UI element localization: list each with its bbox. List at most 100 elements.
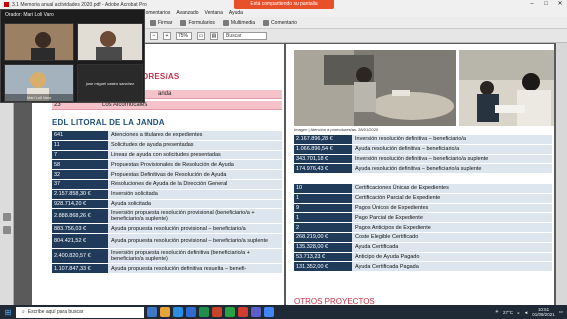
notifications-icon[interactable]: ▭ — [559, 309, 563, 315]
table-row: 804.421,52 € Ayuda propuesta resolución p… — [52, 234, 282, 250]
maximize-button[interactable]: □ — [539, 0, 553, 9]
comentario-label: Comentario — [271, 19, 297, 26]
video-tile-participant1-name[interactable]: jose miguel castro sanchez — [77, 64, 143, 102]
table-row: 1 Pago Parcial de Expediente — [294, 213, 552, 224]
word-icon[interactable] — [186, 307, 196, 317]
video-tile-participant1[interactable] — [77, 23, 143, 61]
row-value: 641 — [52, 131, 108, 140]
row-value: 1 — [294, 213, 352, 223]
table-row: 135.328,00 € Ayuda Certificada — [294, 242, 552, 253]
fit-width-button[interactable]: ▤ — [210, 31, 218, 40]
row-description: Certificación Parcial de Expediente — [352, 193, 552, 203]
pages-panel-icon[interactable] — [2, 213, 11, 221]
menu-ventana[interactable]: Ventana — [205, 10, 223, 16]
zoom-level-field[interactable]: 75% — [176, 31, 192, 40]
formularios-label: Formularios — [188, 19, 215, 26]
video-call-panel[interactable]: Orador: Mari Loli Varo Mari Loli Varo jo… — [0, 9, 145, 103]
row-value: 135.328,00 € — [294, 242, 352, 252]
row-value: 37 — [52, 179, 108, 189]
fit-page-button[interactable]: ▭ — [197, 31, 205, 40]
row-value: 343.701,18 € — [294, 154, 352, 164]
table-row: 1 Certificación Parcial de Expediente — [294, 193, 552, 204]
minimize-button[interactable]: – — [525, 0, 539, 9]
zoom-out-button[interactable]: − — [150, 31, 158, 40]
row-value: 11 — [52, 140, 108, 150]
row-value: 804.421,52 € — [52, 234, 108, 249]
row-value: 2.167.896,28 € — [294, 135, 352, 144]
row-value: 32 — [52, 170, 108, 179]
table-row: 2.400.820,57 € Inversión propuesta resolu… — [52, 249, 282, 265]
row-description: Pagos Únicos de Expedientes — [352, 203, 552, 213]
table-row: 2.888.868,26 € Inversión propuesta resolu… — [52, 209, 282, 225]
multimedia-button[interactable]: Multimedia — [222, 19, 256, 26]
row-value: 7 — [52, 150, 108, 160]
pink-row-label: anda — [158, 91, 172, 97]
weather-icon[interactable]: ☀ — [495, 309, 499, 315]
row-value: 131.352,00 € — [294, 262, 352, 272]
row-value: 1.107.847,33 € — [52, 264, 108, 273]
zoom-in-button[interactable]: + — [163, 31, 171, 40]
row-value: 2 — [294, 223, 352, 232]
powerpoint-icon[interactable] — [212, 307, 222, 317]
row-description: Coste Elegible Certificado — [352, 232, 552, 242]
teams-icon[interactable] — [251, 307, 261, 317]
menu-ayuda[interactable]: Ayuda — [229, 10, 243, 16]
participant2-name: Mari Loli Varo — [5, 94, 73, 101]
temperature: 27°C — [502, 309, 514, 315]
table-row: 7 Lineas de ayuda con solicitudes present… — [52, 150, 282, 161]
clock[interactable]: 10:51 01/09/2021 — [532, 307, 555, 317]
volume-icon[interactable]: ◄ — [524, 310, 528, 315]
row-description: Ayuda resolución definitiva – beneficiar… — [352, 144, 552, 154]
chrome-icon[interactable] — [264, 307, 274, 317]
screen-share-banner[interactable]: Está compartiendo su pantalla — [234, 0, 334, 9]
menu-avanzado[interactable]: Avanzado — [176, 10, 198, 16]
meeting-photo-illustration — [294, 50, 456, 126]
file-explorer-icon[interactable] — [160, 307, 170, 317]
attachments-icon[interactable] — [2, 226, 11, 234]
menu-comentarios[interactable]: Comentarios — [142, 10, 170, 16]
table-row: 11 Solicitudes de ayuda presentadas — [52, 140, 282, 151]
acrobat-taskbar-icon[interactable] — [238, 307, 248, 317]
table-row: 883.756,03 € Ayuda propuesta resolución p… — [52, 224, 282, 235]
table-row: 174.976,43 € Ayuda resolución definitiva … — [294, 164, 552, 175]
close-button[interactable]: ✕ — [553, 0, 567, 9]
video-tile-participant2[interactable]: Mari Loli Varo — [4, 64, 74, 102]
row-value: 1.066.896,54 € — [294, 144, 352, 154]
resolution-stats-table: 2.167.896,28 € Inversión resolución defin… — [294, 135, 552, 175]
table-row: 928.714,20 € Ayuda solicitada — [52, 199, 282, 210]
comentario-button[interactable]: Comentario — [263, 19, 297, 26]
taskbar-search-input[interactable]: ⌕ Escribe aquí para buscar — [16, 306, 144, 318]
firmar-button[interactable]: Firmar — [150, 19, 172, 26]
multimedia-label: Multimedia — [230, 19, 256, 26]
comment-icon — [263, 19, 270, 26]
photo-caption: Imagen | Atención a promotores/as. 28/01… — [294, 127, 379, 132]
meeting-photo-detail — [459, 50, 554, 126]
row-value: 883.756,03 € — [52, 224, 108, 234]
taskview-icon[interactable] — [147, 307, 157, 317]
formularios-button[interactable]: Formularios — [180, 19, 215, 26]
table-row: 58 Propuestas Provisionales de Resolución… — [52, 160, 282, 171]
table-row: 10 Certificaciones Únicas de Expedientes — [294, 184, 552, 194]
clock-date: 01/09/2021 — [532, 312, 555, 317]
row-description: Inversión propuesta resolución provision… — [108, 209, 282, 224]
row-value: 1 — [294, 193, 352, 203]
row-description: Propuestas Definitivas de Resolución de … — [108, 170, 282, 179]
row-description: Inversión resolución definitiva – benefi… — [352, 135, 552, 144]
excel-icon[interactable] — [199, 307, 209, 317]
network-icon[interactable]: ◒ — [517, 310, 520, 315]
edge-icon[interactable] — [173, 307, 183, 317]
whatsapp-icon[interactable] — [225, 307, 235, 317]
section-title: EDL LITORAL DE LA JANDA — [52, 118, 165, 127]
row-description: Inversión propuesta resolución definitiv… — [108, 249, 282, 264]
vertical-scrollbar[interactable] — [556, 43, 567, 305]
search-input[interactable]: Buscar — [223, 31, 267, 40]
row-description: Ayuda resolución definitiva – beneficiar… — [352, 164, 552, 174]
pen-icon — [150, 19, 156, 26]
row-description: Propuestas Provisionales de Resolución d… — [108, 160, 282, 170]
video-tile-main[interactable] — [4, 23, 74, 61]
windows-start-icon[interactable]: ⊞ — [2, 306, 14, 318]
row-description: Anticipo de Ayuda Pagado — [352, 252, 552, 262]
table-row: 131.352,00 € Ayuda Certificada Pagada — [294, 262, 552, 273]
row-value: 174.976,43 € — [294, 164, 352, 174]
window-controls: – □ ✕ — [525, 0, 567, 9]
